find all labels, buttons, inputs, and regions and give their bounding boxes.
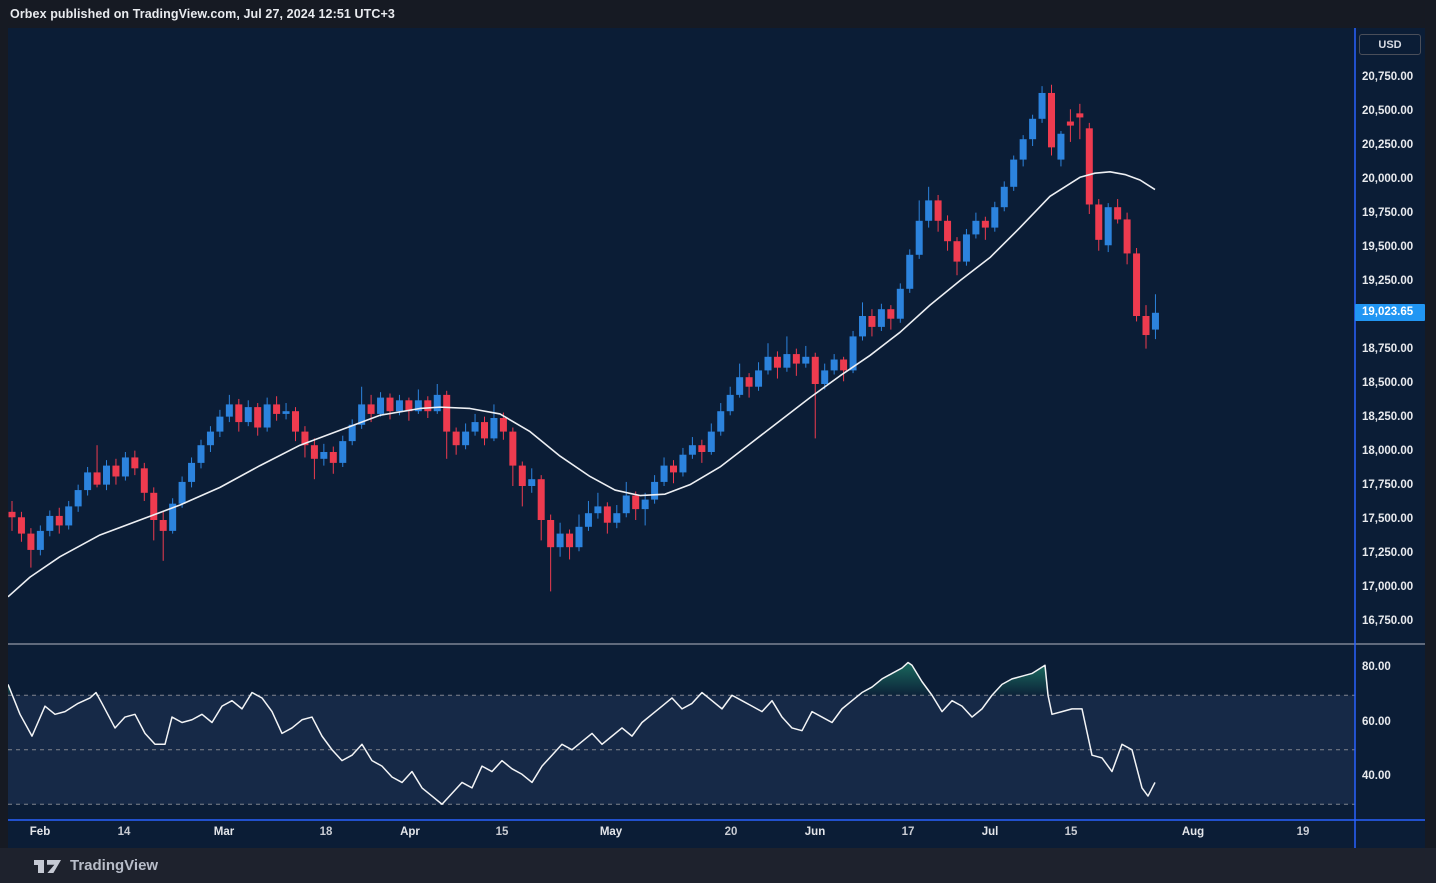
price-axis-label: 18,250.00 <box>1362 411 1413 425</box>
time-axis-label: 19 <box>1297 826 1310 838</box>
time-axis-label: Aug <box>1182 826 1204 838</box>
price-axis-label: 20,250.00 <box>1362 139 1413 153</box>
time-axis-label: May <box>600 826 622 838</box>
price-axis-label: 18,000.00 <box>1362 445 1413 459</box>
price-axis-label: 19,500.00 <box>1362 241 1413 255</box>
price-axis-label: 20,750.00 <box>1362 71 1413 85</box>
time-axis-label: 17 <box>902 826 915 838</box>
time-axis-label: 15 <box>496 826 509 838</box>
price-axis-label: 19,750.00 <box>1362 207 1413 221</box>
rsi-axis-label: 60.00 <box>1362 716 1391 730</box>
price-axis-label: 19,250.00 <box>1362 275 1413 289</box>
tradingview-published-chart: Orbex published on TradingView.com, Jul … <box>0 0 1436 883</box>
chart-container: Feb 14 Mar 18 Apr 15 May 20 Jun 17 Jul 15 Aug 19 USD … <box>8 28 1425 848</box>
rsi-axis-label: 40.00 <box>1362 770 1391 784</box>
currency-button[interactable]: USD <box>1359 34 1421 55</box>
rsi-axis-label: 80.00 <box>1362 661 1391 675</box>
price-axis-label: 17,500.00 <box>1362 513 1413 527</box>
price-axis-label: 18,750.00 <box>1362 343 1413 357</box>
price-chart[interactable] <box>8 28 1425 848</box>
branding-bar: TradingView <box>0 848 1436 883</box>
publish-banner: Orbex published on TradingView.com, Jul … <box>0 0 1436 28</box>
price-axis-label: 17,750.00 <box>1362 479 1413 493</box>
time-axis-label: Apr <box>400 826 420 838</box>
price-axis[interactable]: USD 19,023.65 20,750.00 20,500.00 20,250.0… <box>1355 28 1425 848</box>
time-axis-label: 15 <box>1065 826 1078 838</box>
tradingview-logo-icon[interactable] <box>33 857 63 875</box>
time-axis-label: 20 <box>725 826 738 838</box>
price-axis-label: 18,500.00 <box>1362 377 1413 391</box>
price-axis-label: 16,750.00 <box>1362 615 1413 629</box>
last-price-tag: 19,023.65 <box>1355 304 1425 321</box>
price-axis-label: 20,000.00 <box>1362 173 1413 187</box>
time-axis-label: 14 <box>118 826 131 838</box>
publish-banner-text: Orbex published on TradingView.com, Jul … <box>10 7 395 21</box>
price-axis-label: 17,250.00 <box>1362 547 1413 561</box>
time-axis-label: Jun <box>805 826 825 838</box>
time-axis-label: Jul <box>982 826 999 838</box>
time-axis[interactable]: Feb 14 Mar 18 Apr 15 May 20 Jun 17 Jul 15 Aug 19 <box>8 821 1355 848</box>
time-axis-label: Feb <box>30 826 50 838</box>
tradingview-wordmark[interactable]: TradingView <box>70 857 158 874</box>
price-axis-label: 17,000.00 <box>1362 581 1413 595</box>
time-axis-label: 18 <box>320 826 333 838</box>
price-axis-label: 20,500.00 <box>1362 105 1413 119</box>
time-axis-label: Mar <box>214 826 234 838</box>
